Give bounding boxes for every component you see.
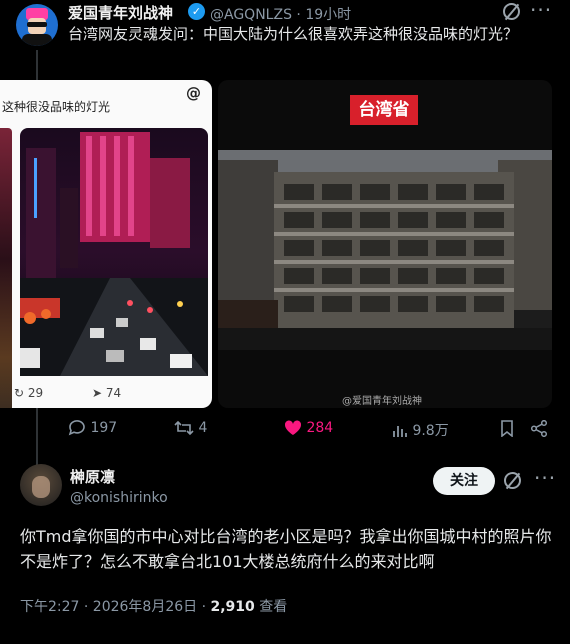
reply-timestamp[interactable]: 下午2:27 · 2026年8月26日 · xyxy=(20,599,211,615)
views-count: 9.8万 xyxy=(412,423,449,439)
reply-icon xyxy=(68,420,85,436)
views-icon xyxy=(393,426,407,437)
reply-author-handle[interactable]: @konishirinko xyxy=(70,490,168,506)
author-avatar[interactable] xyxy=(16,4,58,46)
post-action-bar: 197 4 284 9.8万 xyxy=(68,420,554,444)
author-handle-time: @AGQNLZS · 19小时 xyxy=(210,7,352,23)
night-city-photo xyxy=(20,128,208,376)
media-left-repost: ↻ 29 xyxy=(14,386,44,400)
grok-icon[interactable] xyxy=(503,3,520,20)
old-apartment-photo xyxy=(218,150,552,350)
bookmark-button[interactable] xyxy=(500,420,514,437)
views-button[interactable]: 9.8万 xyxy=(392,420,449,440)
threads-icon: @ xyxy=(186,84,201,102)
verified-badge-icon: ✓ xyxy=(188,3,205,20)
more-icon[interactable]: ··· xyxy=(534,466,556,490)
media-left-screenshot[interactable]: 这种很没品味的灯光 @ ↻ 29 ➤ 74 xyxy=(0,80,212,408)
repost-button[interactable]: 4 xyxy=(174,420,207,436)
share-button[interactable] xyxy=(530,420,548,437)
follow-button[interactable]: 关注 xyxy=(433,467,495,495)
reply-view-count: 2,910 xyxy=(210,599,255,615)
image-watermark: @爱国青年刘战神 xyxy=(342,396,422,407)
like-count: 284 xyxy=(306,420,334,436)
post-time[interactable]: 19小时 xyxy=(305,7,351,23)
reply-author-avatar[interactable] xyxy=(20,464,62,506)
repost-icon: ↻ xyxy=(14,386,25,400)
author-handle[interactable]: @AGQNLZS xyxy=(210,7,292,23)
share-icon xyxy=(530,420,548,437)
taiwan-label: 台湾省 xyxy=(350,95,418,125)
media-left-share: ➤ 74 xyxy=(92,386,122,400)
like-button[interactable]: 284 xyxy=(284,420,333,436)
thumbnail-strip xyxy=(0,128,12,408)
reply-text: 你Tmd拿你国的市中心对比台湾的老小区是吗？我拿出你国城中村的照片你不是炸了？怎… xyxy=(20,527,552,571)
bookmark-icon xyxy=(501,420,513,437)
author-name[interactable]: 爱国青年刘战神 xyxy=(68,2,173,23)
heart-icon xyxy=(284,420,302,435)
media-left-caption: 这种很没品味的灯光 xyxy=(2,100,111,114)
more-icon[interactable]: ··· xyxy=(530,0,552,22)
reply-button[interactable]: 197 xyxy=(68,420,117,436)
send-icon: ➤ xyxy=(92,386,103,400)
reply-author-name[interactable]: 榊原凛 xyxy=(70,466,115,487)
reply-view-label: 查看 xyxy=(254,599,288,615)
repost-count: 4 xyxy=(198,420,208,436)
post-text: 台湾网友灵魂发问：中国大陆为什么很喜欢弄这种很没品味的灯光？ xyxy=(68,25,519,43)
repost-icon xyxy=(174,420,194,436)
reply-count: 197 xyxy=(90,420,118,436)
reply-meta: 下午2:27 · 2026年8月26日 · 2,910 查看 xyxy=(20,596,287,616)
grok-icon[interactable] xyxy=(504,472,521,489)
